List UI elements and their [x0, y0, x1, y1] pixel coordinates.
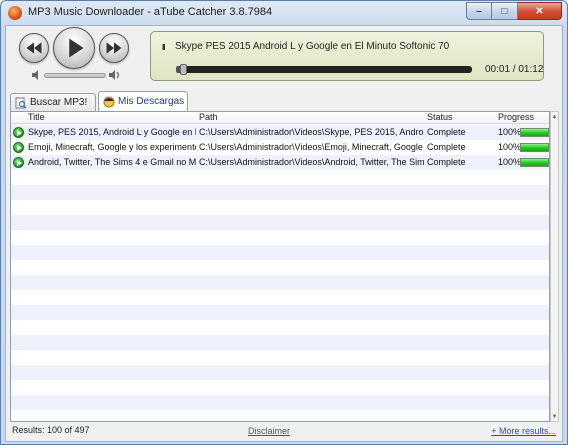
client-area: II Skype PES 2015 Android L y Google en …	[5, 25, 563, 442]
row-stripe	[11, 170, 549, 185]
row-stripe	[11, 245, 549, 260]
volume-slider[interactable]	[44, 73, 106, 78]
user-face-icon	[103, 96, 115, 108]
table-row[interactable]: Android, Twitter, The Sims 4 e Gmail no …	[11, 155, 549, 170]
seek-bar[interactable]	[176, 64, 472, 75]
fast-forward-button[interactable]	[99, 33, 129, 63]
row-title: Emoji, Minecraft, Google y los experimen…	[28, 142, 196, 152]
row-progress-text: 100%	[498, 127, 520, 137]
row-stripe	[11, 320, 549, 335]
row-stripe	[11, 365, 549, 380]
table-row[interactable]: Skype, PES 2015, Android L y Google en E…	[11, 125, 549, 140]
row-status: Complete	[427, 127, 466, 137]
scroll-up-icon[interactable]: ▲	[551, 112, 558, 121]
table-header: Title Path Status Progress	[11, 112, 549, 124]
column-header-status[interactable]: Status	[427, 112, 453, 122]
row-path: C:\Users\Administrador\Videos\Android, T…	[199, 157, 424, 167]
results-count: Results: 100 of 497	[12, 425, 90, 435]
row-stripe	[11, 380, 549, 395]
row-stripe	[11, 260, 549, 275]
time-readout: 00:01 / 01:12	[485, 64, 544, 75]
play-item-icon[interactable]	[13, 127, 24, 138]
column-header-progress[interactable]: Progress	[498, 112, 534, 122]
disclaimer-link[interactable]: Disclaimer	[248, 426, 290, 436]
row-stripe	[11, 215, 549, 230]
progress-fill	[521, 129, 548, 136]
row-stripe	[11, 200, 549, 215]
rewind-icon	[26, 42, 42, 54]
more-results-link[interactable]: + More results...	[491, 426, 556, 436]
play-icon	[69, 38, 84, 58]
window-controls: – □ ✕	[466, 2, 562, 20]
search-page-icon	[15, 97, 27, 109]
row-status: Complete	[427, 142, 466, 152]
downloads-table: Title Path Status Progress Skype, PES 20…	[10, 111, 550, 422]
progress-fill	[521, 159, 548, 166]
now-playing-title: Skype PES 2015 Android L y Google en El …	[175, 41, 450, 52]
row-stripe	[11, 185, 549, 200]
now-playing-display: II Skype PES 2015 Android L y Google en …	[150, 31, 544, 81]
row-stripe	[11, 290, 549, 305]
tab-label: Mis Descargas	[118, 96, 185, 107]
row-progress-bar	[520, 143, 549, 152]
play-item-icon[interactable]	[13, 157, 24, 168]
row-path: C:\Users\Administrador\Videos\Emoji, Min…	[199, 142, 424, 152]
seek-handle[interactable]	[180, 64, 187, 75]
scroll-down-icon[interactable]: ▼	[551, 412, 558, 421]
table-row[interactable]: Emoji, Minecraft, Google y los experimen…	[11, 140, 549, 155]
row-status: Complete	[427, 157, 466, 167]
row-stripe	[11, 230, 549, 245]
column-header-path[interactable]: Path	[199, 112, 218, 122]
play-button[interactable]	[53, 27, 95, 69]
row-progress-text: 100%	[498, 157, 520, 167]
row-title: Skype, PES 2015, Android L y Google en E…	[28, 127, 196, 137]
row-path: C:\Users\Administrador\Videos\Skype, PES…	[199, 127, 424, 137]
row-stripe	[11, 395, 549, 410]
status-footer: Results: 100 of 497 Disclaimer + More re…	[12, 425, 558, 439]
window-title: MP3 Music Downloader - aTube Catcher 3.8…	[28, 6, 273, 18]
pause-indicator-icon: II	[162, 43, 166, 52]
row-stripe	[11, 335, 549, 350]
column-header-title[interactable]: Title	[28, 112, 45, 122]
title-bar[interactable]: MP3 Music Downloader - aTube Catcher 3.8…	[1, 1, 567, 25]
progress-fill	[521, 144, 548, 151]
maximize-button[interactable]: □	[492, 2, 518, 20]
volume-low-icon	[32, 70, 38, 80]
row-stripe	[11, 350, 549, 365]
tab-label: Buscar MP3!	[30, 97, 88, 108]
row-stripe	[11, 305, 549, 320]
row-title: Android, Twitter, The Sims 4 e Gmail no …	[28, 157, 196, 167]
tab-buscar-mp3[interactable]: Buscar MP3!	[10, 93, 96, 111]
row-progress-bar	[520, 128, 549, 137]
volume-high-icon	[109, 70, 120, 80]
row-stripe	[11, 275, 549, 290]
row-progress-text: 100%	[498, 142, 520, 152]
app-logo-icon	[8, 6, 22, 20]
rewind-button[interactable]	[19, 33, 49, 63]
play-item-icon[interactable]	[13, 142, 24, 153]
app-window: MP3 Music Downloader - aTube Catcher 3.8…	[0, 0, 568, 445]
minimize-button[interactable]: –	[466, 2, 492, 20]
fast-forward-icon	[106, 42, 122, 54]
row-progress-bar	[520, 158, 549, 167]
row-stripe	[11, 410, 549, 421]
close-button[interactable]: ✕	[518, 2, 562, 20]
tab-mis-descargas[interactable]: Mis Descargas	[98, 91, 188, 111]
vertical-scrollbar[interactable]: ▲ ▼	[550, 111, 559, 422]
